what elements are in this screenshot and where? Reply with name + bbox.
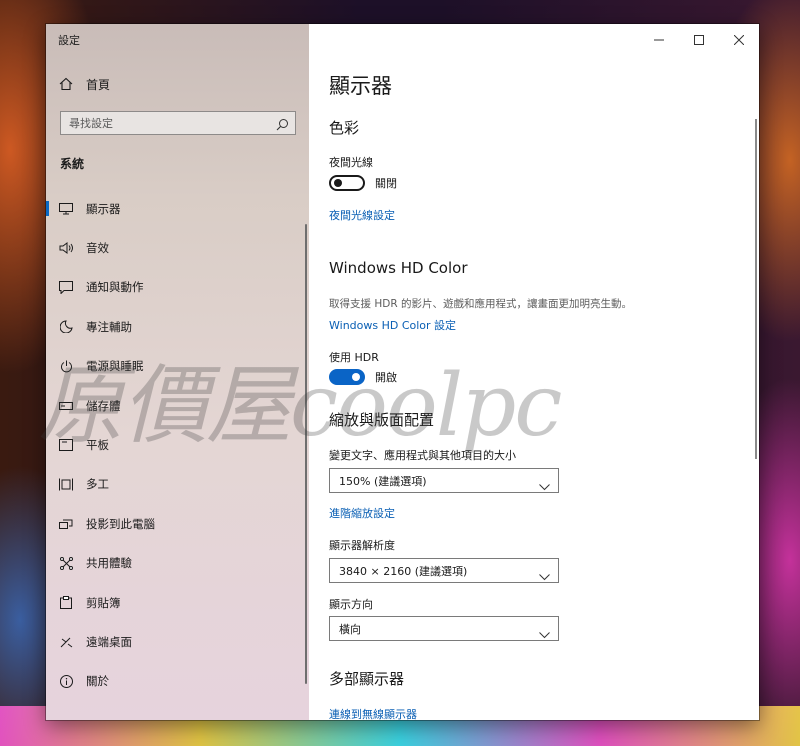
sidebar-item-label: 平板 (86, 438, 109, 453)
chevron-down-icon (539, 476, 550, 495)
sidebar-item-about[interactable]: 關於 (46, 662, 306, 701)
sidebar-item-projection[interactable]: 投影到此電腦 (46, 504, 306, 543)
sidebar-item-power-sleep[interactable]: 電源與睡眠 (46, 347, 306, 386)
sidebar-item-label: 投影到此電腦 (86, 516, 155, 531)
night-light-label: 夜間光線 (329, 156, 373, 169)
sidebar-item-remote-desktop[interactable]: 遠端桌面 (46, 622, 306, 661)
sidebar-item-label: 音效 (86, 241, 109, 256)
night-light-state: 關閉 (375, 177, 397, 190)
home-label: 首頁 (86, 77, 111, 92)
scale-layout-heading: 縮放與版面配置 (329, 411, 435, 429)
night-light-toggle-row: 關閉 (329, 175, 397, 191)
sidebar-item-display[interactable]: 顯示器 (46, 189, 306, 228)
hdr-heading: Windows HD Color (329, 259, 468, 277)
hdr-settings-link[interactable]: Windows HD Color 設定 (329, 317, 456, 333)
main-content: 顯示器 色彩 夜間光線 關閉 夜間光線設定 Windows HD Color 取… (309, 24, 759, 720)
shared-experience-icon (58, 555, 74, 571)
close-button[interactable] (719, 24, 759, 54)
maximize-button[interactable] (679, 24, 719, 54)
multiple-displays-heading: 多部顯示器 (329, 670, 405, 688)
size-select-value: 150% (建議選項) (339, 474, 427, 488)
minimize-icon (654, 30, 664, 49)
settings-window: 設定 首頁 系統 顯示器 音效 通知與動作 (46, 24, 759, 720)
chevron-down-icon (539, 624, 550, 643)
main-scrollbar[interactable] (755, 119, 757, 459)
use-hdr-toggle-row: 開啟 (329, 369, 397, 385)
size-select[interactable]: 150% (建議選項) (329, 468, 559, 493)
sidebar-item-label: 剪貼簿 (86, 595, 121, 610)
tablet-icon (58, 437, 74, 453)
nav-list: 顯示器 音效 通知與動作 專注輔助 電源與睡眠 儲存體 平板 多工 投影到此電腦… (46, 189, 306, 701)
projection-icon (58, 516, 74, 532)
night-light-settings-link[interactable]: 夜間光線設定 (329, 207, 395, 223)
resolution-select-value: 3840 × 2160 (建議選項) (339, 564, 468, 578)
sidebar-item-focus-assist[interactable]: 專注輔助 (46, 307, 306, 346)
sidebar-scrollbar[interactable] (305, 224, 307, 684)
info-icon (58, 673, 74, 689)
clipboard-icon (58, 595, 74, 611)
sidebar-item-storage[interactable]: 儲存體 (46, 386, 306, 425)
hdr-description: 取得支援 HDR 的影片、遊戲和應用程式，讓畫面更加明亮生動。 (329, 298, 632, 310)
sidebar-item-label: 通知與動作 (86, 280, 144, 295)
sidebar-item-notifications[interactable]: 通知與動作 (46, 268, 306, 307)
advanced-scaling-link[interactable]: 進階縮放設定 (329, 505, 395, 521)
page-title: 顯示器 (329, 74, 392, 98)
resolution-label: 顯示器解析度 (329, 539, 395, 552)
window-controls (639, 24, 759, 54)
moon-icon (58, 319, 74, 335)
home-icon (56, 74, 76, 94)
minimize-button[interactable] (639, 24, 679, 54)
search-input[interactable] (69, 116, 269, 130)
storage-icon (58, 398, 74, 414)
sidebar-item-label: 多工 (86, 477, 109, 492)
resolution-select[interactable]: 3840 × 2160 (建議選項) (329, 558, 559, 583)
orientation-select-value: 橫向 (339, 622, 361, 636)
chevron-down-icon (539, 566, 550, 585)
sidebar-item-label: 遠端桌面 (86, 634, 132, 649)
multitask-icon (58, 476, 74, 492)
sidebar: 設定 首頁 系統 顯示器 音效 通知與動作 (46, 24, 309, 720)
speaker-icon (58, 240, 74, 256)
night-light-toggle[interactable] (329, 175, 365, 191)
search-icon[interactable] (276, 116, 289, 135)
sidebar-item-label: 關於 (86, 674, 109, 689)
section-label: 系統 (60, 157, 85, 171)
window-title: 設定 (58, 34, 80, 47)
home-nav[interactable]: 首頁 (56, 71, 296, 97)
use-hdr-label: 使用 HDR (329, 351, 379, 364)
monitor-icon (58, 201, 74, 217)
orientation-select[interactable]: 橫向 (329, 616, 559, 641)
notification-icon (58, 279, 74, 295)
sidebar-item-tablet[interactable]: 平板 (46, 425, 306, 464)
sidebar-item-sound[interactable]: 音效 (46, 228, 306, 267)
use-hdr-state: 開啟 (375, 371, 397, 384)
maximize-icon (694, 30, 704, 49)
search-box[interactable] (60, 111, 296, 135)
remote-desktop-icon (58, 634, 74, 650)
sidebar-item-label: 專注輔助 (86, 319, 132, 334)
power-icon (58, 358, 74, 374)
sidebar-item-label: 共用體驗 (86, 556, 132, 571)
orientation-label: 顯示方向 (329, 598, 373, 611)
sidebar-item-multitasking[interactable]: 多工 (46, 465, 306, 504)
sidebar-item-clipboard[interactable]: 剪貼簿 (46, 583, 306, 622)
sidebar-item-label: 電源與睡眠 (86, 359, 144, 374)
use-hdr-toggle[interactable] (329, 369, 365, 385)
sidebar-item-label: 儲存體 (86, 398, 121, 413)
color-heading: 色彩 (329, 119, 360, 137)
sidebar-item-shared-experiences[interactable]: 共用體驗 (46, 544, 306, 583)
sidebar-item-label: 顯示器 (86, 201, 121, 216)
size-label: 變更文字、應用程式與其他項目的大小 (329, 449, 516, 462)
close-icon (733, 30, 745, 49)
connect-wireless-display-link[interactable]: 連線到無線顯示器 (329, 706, 417, 720)
